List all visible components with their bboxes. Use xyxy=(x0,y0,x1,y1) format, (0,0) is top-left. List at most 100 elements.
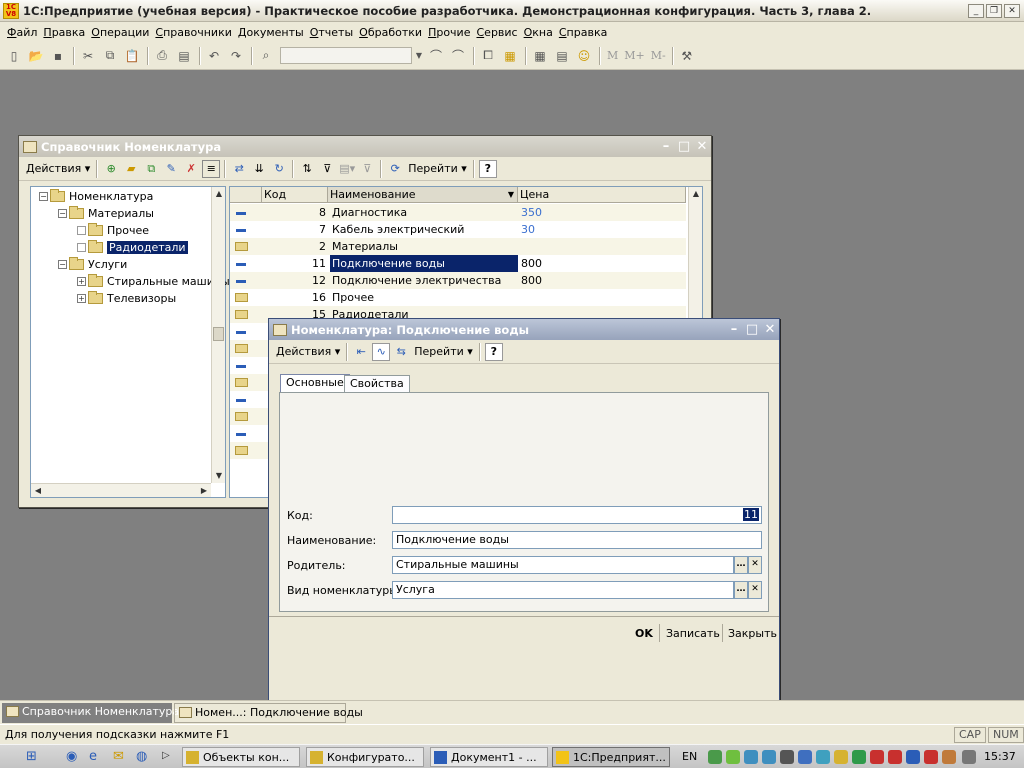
menu-item-3[interactable]: Справочники xyxy=(152,26,234,39)
list-scroll-up-icon[interactable]: ▲ xyxy=(689,187,703,201)
menu-item-4[interactable]: Документы xyxy=(235,26,307,39)
structure-icon[interactable]: ⇆ xyxy=(392,343,410,361)
table-icon[interactable]: ▤ xyxy=(552,46,572,66)
menu-item-5[interactable]: Отчеты xyxy=(307,26,356,39)
menu-item-1[interactable]: Правка xyxy=(40,26,88,39)
memory-mminus[interactable]: M- xyxy=(651,49,666,62)
parent-field[interactable]: Стиральные машины xyxy=(392,556,734,574)
users-icon[interactable]: ☺ xyxy=(574,46,594,66)
preview-icon[interactable]: ▤ xyxy=(174,46,194,66)
add-group-icon[interactable]: ▰ xyxy=(122,160,140,178)
collapse-icon[interactable] xyxy=(77,225,86,235)
parent-select-button[interactable]: … xyxy=(734,556,748,574)
tree-node[interactable]: − Услуги xyxy=(58,256,127,272)
copy-item-icon[interactable]: ⧉ xyxy=(142,160,160,178)
menu-item-0[interactable]: Файл xyxy=(4,26,40,39)
catalog-close-button[interactable]: ✕ xyxy=(693,139,711,155)
expand-icon[interactable]: + xyxy=(77,276,86,286)
edit-icon[interactable]: ✎ xyxy=(162,160,180,178)
column-header-code[interactable]: Код xyxy=(262,187,328,203)
tab-properties[interactable]: Свойства xyxy=(344,375,410,393)
clear-filter-icon[interactable]: ⊽ xyxy=(358,160,376,178)
table-row[interactable]: 11 Подключение воды 800 xyxy=(230,255,686,272)
catalog-maximize-button[interactable]: □ xyxy=(675,139,693,155)
goto-icon[interactable]: ⟳ xyxy=(386,160,404,178)
tools-icon[interactable]: ⚒ xyxy=(677,46,697,66)
column-header-name[interactable]: Наименование ▼ xyxy=(328,187,518,203)
table-row[interactable]: 8 Диагностика 350 xyxy=(230,204,686,221)
table-row[interactable]: 7 Кабель электрический 30 xyxy=(230,221,686,238)
tray-icon-10[interactable] xyxy=(870,750,884,764)
taskbar-task[interactable]: Документ1 - ... xyxy=(430,747,548,767)
scroll-up-icon[interactable]: ▲ xyxy=(212,187,226,201)
outlook-icon[interactable]: ✉ xyxy=(113,749,124,764)
new-document-icon[interactable]: ▯ xyxy=(4,46,24,66)
back-icon[interactable]: ⇤ xyxy=(352,343,370,361)
tray-icon-7[interactable] xyxy=(816,750,830,764)
tree-node[interactable]: + Стиральные машины xyxy=(77,273,230,289)
dialog-close-button[interactable]: ✕ xyxy=(761,322,779,338)
ok-button[interactable]: OK xyxy=(635,627,653,640)
find-prev-icon[interactable]: ⌒ xyxy=(448,46,468,66)
menu-item-2[interactable]: Операции xyxy=(88,26,152,39)
move-icon[interactable]: ⇄ xyxy=(230,160,248,178)
tab-main[interactable]: Основные xyxy=(280,374,350,393)
mark-delete-icon[interactable]: ✗ xyxy=(182,160,200,178)
goto-menu[interactable]: Перейти ▾ xyxy=(405,162,470,175)
save-icon[interactable]: ▪ xyxy=(48,46,68,66)
tree-node[interactable]: Прочее xyxy=(77,222,149,238)
taskbar-task[interactable]: Конфигурато... xyxy=(306,747,424,767)
taskbar-task[interactable]: Объекты кон... xyxy=(182,747,300,767)
tray-icon-4[interactable] xyxy=(762,750,776,764)
collapse-icon[interactable] xyxy=(77,242,86,252)
tray-icon-9[interactable] xyxy=(852,750,866,764)
refresh-icon[interactable]: ↻ xyxy=(270,160,288,178)
table-row[interactable]: 2 Материалы xyxy=(230,238,686,255)
calendar-icon[interactable]: ▦ xyxy=(500,46,520,66)
dialog-maximize-button[interactable]: □ xyxy=(743,322,761,338)
menu-item-8[interactable]: Сервис xyxy=(473,26,520,39)
close-dialog-button[interactable]: Закрыть xyxy=(728,627,777,640)
report-icon[interactable]: ∿ xyxy=(372,342,391,361)
tree-node[interactable]: Радиодетали xyxy=(77,239,188,255)
tray-icon-8[interactable] xyxy=(834,750,848,764)
cut-icon[interactable]: ✂ xyxy=(78,46,98,66)
copy-icon[interactable]: ⧉ xyxy=(100,46,120,66)
expand-icon[interactable]: + xyxy=(77,293,86,303)
volume-icon[interactable] xyxy=(962,750,976,764)
dialog-minimize-button[interactable]: – xyxy=(725,322,743,338)
undo-icon[interactable]: ↶ xyxy=(204,46,224,66)
dialog-goto-menu[interactable]: Перейти ▾ xyxy=(411,345,476,358)
kind-field[interactable]: Услуга xyxy=(392,581,734,599)
windows-icon[interactable]: ⧠ xyxy=(478,46,498,66)
taskbar-expand-icon[interactable]: ▷ xyxy=(162,750,170,761)
tray-icon-11[interactable] xyxy=(888,750,902,764)
scroll-left-icon[interactable]: ◀ xyxy=(31,484,45,498)
window-tab-catalog[interactable]: Справочник Номенклатура xyxy=(2,703,179,723)
minimize-button[interactable]: _ xyxy=(968,3,984,18)
tree-vscrollbar[interactable]: ▲ ▼ xyxy=(211,187,225,483)
tray-icon-6[interactable] xyxy=(798,750,812,764)
name-field[interactable]: Подключение воды xyxy=(392,531,762,549)
paste-icon[interactable]: 📋 xyxy=(122,46,142,66)
tray-icon-13[interactable] xyxy=(924,750,938,764)
bluetooth-icon[interactable] xyxy=(906,750,920,764)
redo-icon[interactable]: ↷ xyxy=(226,46,246,66)
tree-node[interactable]: + Телевизоры xyxy=(77,290,176,306)
collapse-icon[interactable]: − xyxy=(58,208,67,218)
catalog-minimize-button[interactable]: – xyxy=(657,139,675,155)
find-icon[interactable]: ⌕ xyxy=(256,46,276,66)
chevron-down-icon[interactable]: ▼ xyxy=(414,46,424,66)
tree-node[interactable]: − Номенклатура xyxy=(39,188,153,204)
language-indicator[interactable]: EN xyxy=(682,750,697,763)
table-row[interactable]: 16 Прочее xyxy=(230,289,686,306)
menu-item-9[interactable]: Окна xyxy=(521,26,556,39)
media-icon[interactable]: ◍ xyxy=(136,749,147,764)
code-field[interactable]: 11 xyxy=(392,506,762,524)
memory-mplus[interactable]: M+ xyxy=(624,49,644,62)
close-button[interactable]: ✕ xyxy=(1004,3,1020,18)
tree-hscrollbar[interactable]: ◀ ▶ xyxy=(31,483,211,497)
search-combo[interactable] xyxy=(280,47,412,64)
kind-clear-button[interactable]: ✕ xyxy=(748,581,762,599)
scroll-down-icon[interactable]: ▼ xyxy=(212,469,226,483)
